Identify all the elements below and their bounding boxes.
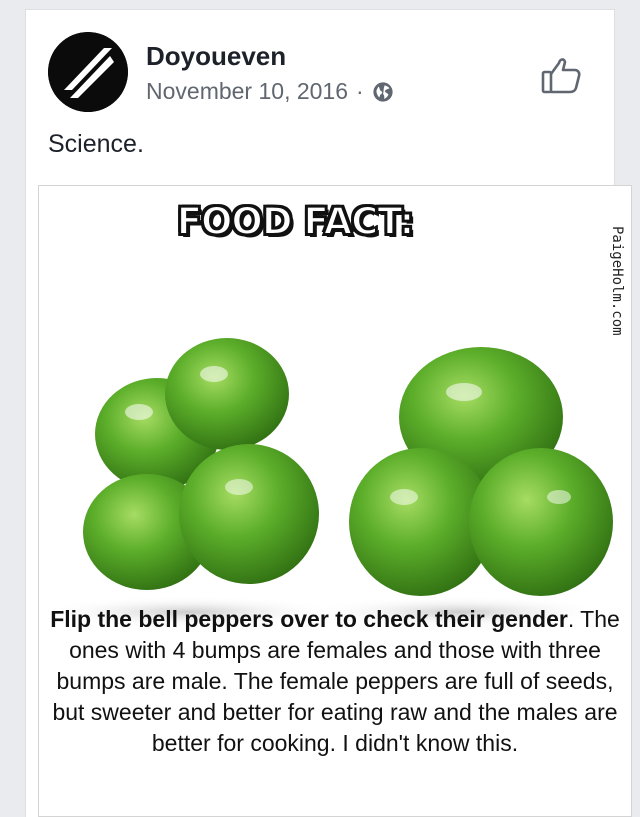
page-logo-icon (48, 32, 128, 112)
post-card: Doyoueven November 10, 2016 · Science. F… (25, 9, 632, 817)
bell-peppers-illustration (39, 338, 613, 628)
post-image[interactable]: FOOD FACT: PaigeHolm.com Flip the bell p… (38, 185, 632, 817)
four-bump-pepper (83, 338, 319, 590)
thumbs-up-icon (541, 58, 581, 94)
page-name-link[interactable]: Doyoueven (146, 41, 286, 72)
three-bump-pepper (349, 347, 613, 596)
food-fact-bold: Flip the bell peppers over to check thei… (50, 606, 568, 632)
meta-separator: · (356, 78, 364, 104)
like-button[interactable] (540, 54, 582, 96)
post-caption: Science. (48, 130, 144, 158)
page-avatar[interactable] (48, 32, 128, 112)
post-date[interactable]: November 10, 2016 (146, 78, 348, 105)
post-meta: November 10, 2016 · (146, 78, 394, 105)
globe-icon[interactable] (372, 81, 394, 103)
food-fact-text: Flip the bell peppers over to check thei… (49, 604, 621, 759)
image-headline: FOOD FACT: (176, 199, 416, 244)
